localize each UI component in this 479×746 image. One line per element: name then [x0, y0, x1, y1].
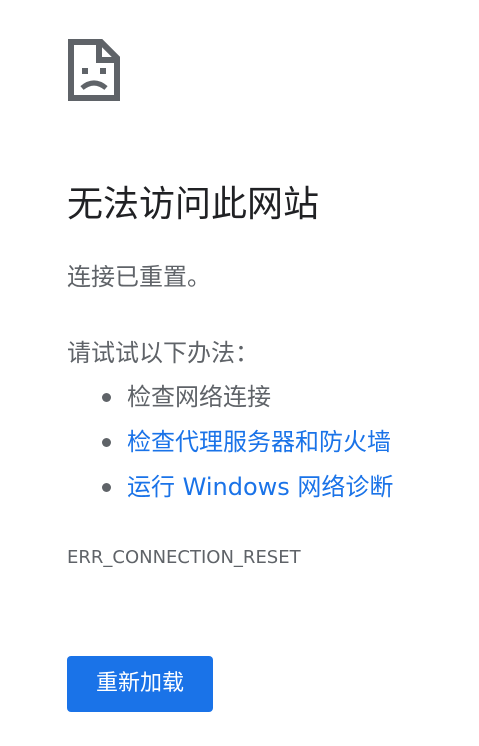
sad-page-icon: [67, 38, 121, 102]
suggestion-check-network: 检查网络连接: [67, 377, 393, 422]
reload-button[interactable]: 重新加载: [67, 656, 213, 712]
suggestion-check-proxy-firewall[interactable]: 检查代理服务器和防火墙: [67, 422, 393, 467]
error-code: ERR_CONNECTION_RESET: [67, 547, 301, 568]
suggestions-list: 检查网络连接 检查代理服务器和防火墙 运行 Windows 网络诊断: [67, 377, 393, 512]
suggestion-label: 检查网络连接: [127, 383, 271, 411]
page-title: 无法访问此网站: [67, 184, 320, 225]
bullet-icon: [102, 393, 111, 402]
run-network-diagnostics-link[interactable]: 运行 Windows 网络诊断: [127, 473, 393, 501]
error-description: 连接已重置。: [67, 263, 211, 291]
suggestions-heading: 请试试以下办法：: [67, 339, 259, 367]
suggestion-run-network-diagnostics[interactable]: 运行 Windows 网络诊断: [67, 467, 393, 512]
check-proxy-firewall-link[interactable]: 检查代理服务器和防火墙: [127, 428, 391, 456]
bullet-icon: [102, 483, 111, 492]
bullet-icon: [102, 438, 111, 447]
